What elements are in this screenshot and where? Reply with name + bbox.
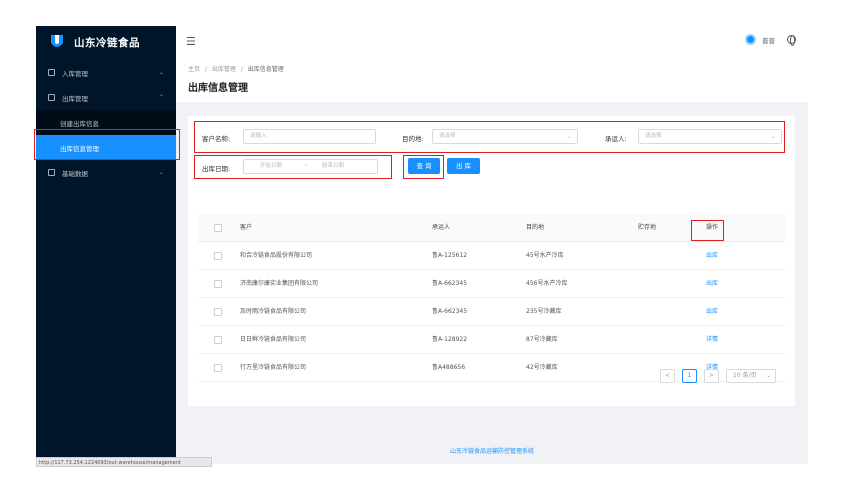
page-size-select[interactable]: 10 条/页 ⌄	[726, 369, 776, 383]
sidebar-item-base-data[interactable]: 基础数据 ⌄	[36, 160, 176, 185]
globe-icon[interactable]	[787, 35, 796, 46]
cell-customer: 济南康尔康实业集团有限公司	[240, 280, 319, 287]
breadcrumb: 主页 / 出库管理 / 出库信息管理	[188, 64, 808, 73]
sidebar-item-label: 入库管理	[62, 69, 88, 78]
cell-carrier: 鲁A-125612	[432, 252, 468, 259]
pagination-prev[interactable]: <	[660, 369, 675, 383]
sidebar: 山东冷链食品 入库管理 ⌄ 出库管理 ⌃ 创建出库信息 出库信息管理 基础数据 …	[36, 26, 176, 464]
breadcrumb-separator: /	[204, 66, 207, 73]
customer-label: 客户名称:	[202, 135, 231, 143]
column-storage: 贮存地	[638, 224, 657, 231]
page-header: 主页 / 出库管理 / 出库信息管理 出库信息管理	[176, 56, 808, 102]
breadcrumb-home[interactable]: 主页	[188, 66, 200, 73]
breadcrumb-separator: /	[240, 66, 243, 73]
cell-customer: 日日鲜冷链食品有限公司	[240, 336, 307, 343]
query-button[interactable]: 查 询	[408, 158, 440, 174]
logo[interactable]: 山东冷链食品	[36, 26, 176, 58]
row-checkbox[interactable]	[214, 308, 222, 316]
sidebar-item-inbound[interactable]: 入库管理 ⌄	[36, 60, 176, 85]
date-range-separator: ~	[304, 163, 309, 169]
cell-customer: 及时雨冷链食品有限公司	[240, 308, 307, 315]
outbound-icon	[48, 94, 55, 101]
content-card: 客户名称: 请输入 目的地: 请选择 ⌄ 承运人: 请选择 ⌄ 出库日期: 开始…	[188, 116, 795, 406]
carrier-select[interactable]: 请选择 ⌄	[638, 129, 782, 144]
cell-destination: 45号水产冷库	[526, 252, 564, 259]
page-title: 出库信息管理	[188, 83, 248, 94]
avatar[interactable]	[745, 34, 756, 45]
column-customer: 客户	[240, 224, 253, 231]
row-checkbox[interactable]	[214, 252, 222, 260]
cell-destination: 456号水产冷库	[526, 280, 568, 287]
customer-placeholder: 请输入	[250, 133, 267, 139]
sidebar-item-outbound-management[interactable]: 出库信息管理	[36, 135, 176, 160]
chevron-up-icon: ⌃	[158, 94, 164, 101]
sidebar-item-label: 出库管理	[62, 94, 88, 103]
date-label: 出库日期:	[202, 165, 231, 173]
row-action-link[interactable]: 详情	[706, 326, 718, 354]
cell-carrier: 鲁A488656	[432, 364, 466, 371]
carrier-label: 承运人:	[605, 135, 627, 143]
cell-destination: 42号冷藏库	[526, 364, 558, 371]
cell-carrier: 鲁A-662345	[432, 308, 468, 315]
sidebar-item-label: 出库信息管理	[60, 144, 99, 153]
inbound-icon	[48, 69, 55, 76]
row-checkbox[interactable]	[214, 280, 222, 288]
table-row: 及时雨冷链食品有限公司 鲁A-662345 235号冷藏库 出库	[198, 298, 785, 326]
row-checkbox[interactable]	[214, 364, 222, 372]
chevron-down-icon: ⌄	[765, 372, 771, 379]
breadcrumb-outbound[interactable]: 出库管理	[212, 66, 236, 73]
cell-destination: 235号冷藏库	[526, 308, 562, 315]
top-header: ☰ 普普	[176, 26, 808, 56]
page-size-value: 10 条/页	[733, 372, 757, 379]
destination-label: 目的地:	[402, 135, 424, 143]
database-icon	[48, 169, 55, 176]
sidebar-item-label: 基础数据	[62, 169, 88, 178]
menu-fold-icon[interactable]: ☰	[186, 35, 196, 48]
table-header: 客户 承运人 目的地 贮存地 操作	[198, 214, 785, 242]
outbound-button[interactable]: 出 库	[447, 158, 480, 174]
column-destination: 目的地	[526, 224, 545, 231]
chevron-down-icon: ⌄	[158, 169, 164, 176]
cell-customer: 行万里冷链食品有限公司	[240, 364, 307, 371]
row-checkbox[interactable]	[214, 336, 222, 344]
select-all-checkbox[interactable]	[214, 224, 222, 232]
user-name[interactable]: 普普	[762, 35, 775, 45]
cell-carrier: 鲁A-128922	[432, 336, 468, 343]
sidebar-item-create-outbound[interactable]: 创建出库信息	[36, 110, 176, 135]
carrier-placeholder: 请选择	[645, 133, 662, 139]
table-row: 日日鲜冷链食品有限公司 鲁A-128922 87号冷藏库 详情	[198, 326, 785, 354]
chevron-down-icon: ⌄	[770, 133, 776, 140]
cell-customer: 和合冷链食品股份有限公司	[240, 252, 313, 259]
destination-placeholder: 请选择	[439, 133, 456, 139]
cell-destination: 87号冷藏库	[526, 336, 558, 343]
column-action: 操作	[706, 224, 719, 231]
shield-logo-icon	[51, 35, 63, 47]
sidebar-item-label: 创建出库信息	[60, 119, 99, 128]
status-url: http://117.73.254.1224093/out-warehouse/…	[36, 457, 212, 467]
destination-select[interactable]: 请选择 ⌄	[432, 129, 578, 144]
row-action-link[interactable]: 出库	[706, 242, 718, 270]
date-range-picker[interactable]: 开始日期 ~ 结束日期	[243, 159, 378, 174]
start-date-placeholder[interactable]: 开始日期	[260, 160, 282, 173]
row-action-link[interactable]: 出库	[706, 298, 718, 326]
table-row: 济南康尔康实业集团有限公司 鲁A-662345 456号水产冷库 出库	[198, 270, 785, 298]
end-date-placeholder[interactable]: 结束日期	[322, 160, 344, 173]
outbound-submenu: 创建出库信息 出库信息管理	[36, 110, 176, 160]
breadcrumb-current: 出库信息管理	[247, 66, 284, 73]
column-carrier: 承运人	[432, 224, 451, 231]
cell-carrier: 鲁A-662345	[432, 280, 468, 287]
chevron-down-icon: ⌄	[566, 133, 572, 140]
page-footer: 山东冷链食品运输防控管理系统	[449, 448, 534, 455]
sidebar-item-outbound[interactable]: 出库管理 ⌃	[36, 85, 176, 110]
customer-input[interactable]: 请输入	[243, 129, 376, 144]
pagination-page-1[interactable]: 1	[682, 369, 697, 383]
pagination-next[interactable]: >	[704, 369, 719, 383]
chevron-down-icon: ⌄	[158, 69, 164, 76]
table-row: 和合冷链食品股份有限公司 鲁A-125612 45号水产冷库 出库	[198, 242, 785, 270]
app-title: 山东冷链食品	[74, 36, 140, 49]
header-user-area: 普普	[745, 34, 796, 46]
row-action-link[interactable]: 出库	[706, 270, 718, 298]
